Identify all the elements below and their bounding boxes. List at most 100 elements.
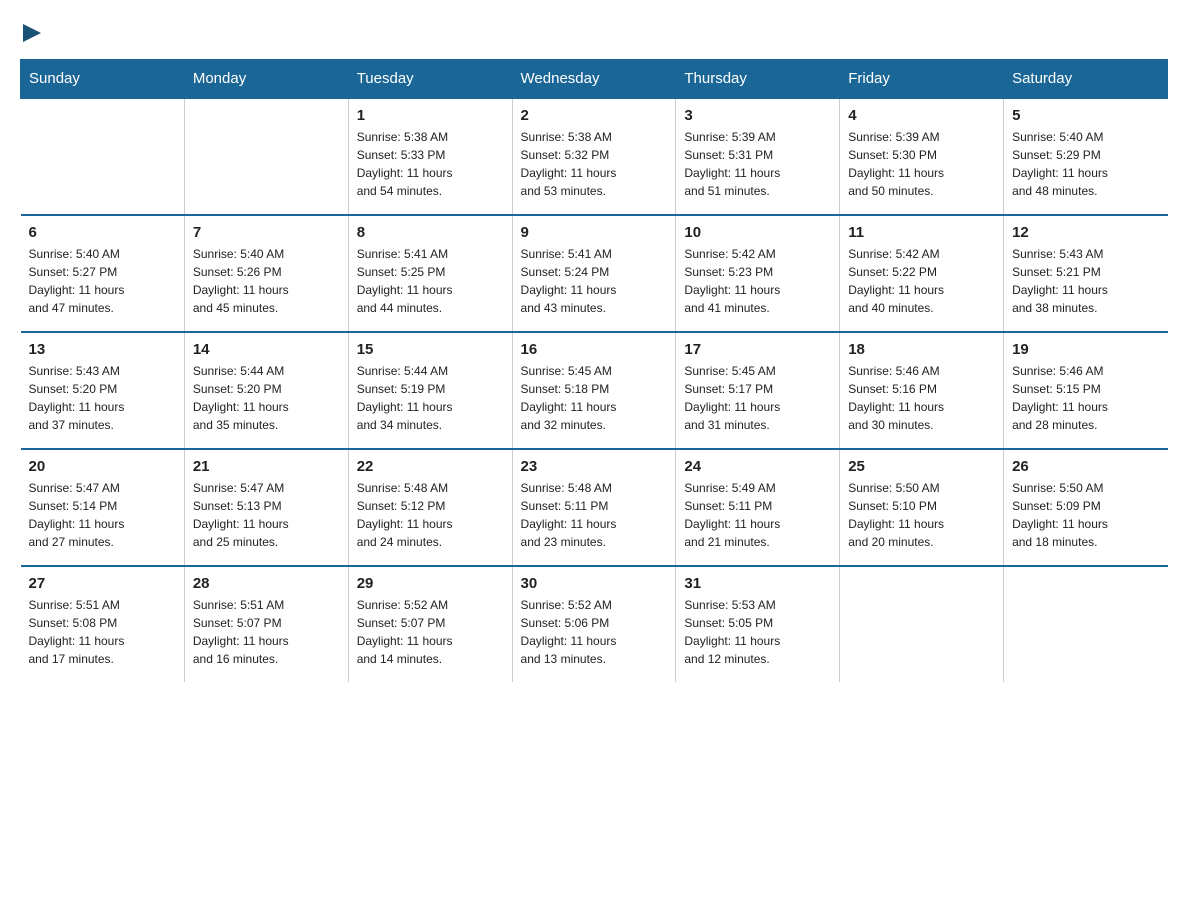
calendar-cell: 21 Sunrise: 5:47 AMSunset: 5:13 PMDayligh… bbox=[184, 449, 348, 566]
calendar-cell bbox=[840, 566, 1004, 682]
header-day-monday: Monday bbox=[184, 60, 348, 99]
week-row-4: 20 Sunrise: 5:47 AMSunset: 5:14 PMDayligh… bbox=[21, 449, 1168, 566]
calendar-cell: 1 Sunrise: 5:38 AMSunset: 5:33 PMDaylight… bbox=[348, 98, 512, 215]
page-header bbox=[20, 20, 1168, 43]
day-number: 25 bbox=[848, 458, 995, 475]
day-number: 5 bbox=[1012, 107, 1159, 124]
day-number: 15 bbox=[357, 341, 504, 358]
calendar-cell: 2 Sunrise: 5:38 AMSunset: 5:32 PMDaylight… bbox=[512, 98, 676, 215]
calendar-cell: 17Sunrise: 5:45 AMSunset: 5:17 PMDayligh… bbox=[676, 332, 840, 449]
day-number: 11 bbox=[848, 224, 995, 241]
day-info: Sunrise: 5:38 AMSunset: 5:33 PMDaylight:… bbox=[357, 128, 504, 200]
calendar-cell: 10 Sunrise: 5:42 AMSunset: 5:23 PMDayligh… bbox=[676, 215, 840, 332]
day-info: Sunrise: 5:50 AMSunset: 5:10 PMDaylight:… bbox=[848, 479, 995, 551]
day-info: Sunrise: 5:44 AMSunset: 5:20 PMDaylight:… bbox=[193, 362, 340, 434]
calendar-cell: 4 Sunrise: 5:39 AMSunset: 5:30 PMDaylight… bbox=[840, 98, 1004, 215]
day-number: 23 bbox=[521, 458, 668, 475]
day-info: Sunrise: 5:47 AMSunset: 5:14 PMDaylight:… bbox=[29, 479, 176, 551]
calendar-cell: 18Sunrise: 5:46 AMSunset: 5:16 PMDayligh… bbox=[840, 332, 1004, 449]
day-number: 30 bbox=[521, 575, 668, 592]
day-info: Sunrise: 5:40 AMSunset: 5:29 PMDaylight:… bbox=[1012, 128, 1159, 200]
day-info: Sunrise: 5:52 AMSunset: 5:06 PMDaylight:… bbox=[521, 596, 668, 668]
day-number: 12 bbox=[1012, 224, 1159, 241]
day-info: Sunrise: 5:39 AMSunset: 5:30 PMDaylight:… bbox=[848, 128, 995, 200]
day-number: 28 bbox=[193, 575, 340, 592]
day-info: Sunrise: 5:50 AMSunset: 5:09 PMDaylight:… bbox=[1012, 479, 1159, 551]
day-info: Sunrise: 5:38 AMSunset: 5:32 PMDaylight:… bbox=[521, 128, 668, 200]
day-info: Sunrise: 5:42 AMSunset: 5:23 PMDaylight:… bbox=[684, 245, 831, 317]
day-info: Sunrise: 5:41 AMSunset: 5:24 PMDaylight:… bbox=[521, 245, 668, 317]
day-info: Sunrise: 5:40 AMSunset: 5:27 PMDaylight:… bbox=[29, 245, 176, 317]
header-day-thursday: Thursday bbox=[676, 60, 840, 99]
day-info: Sunrise: 5:48 AMSunset: 5:11 PMDaylight:… bbox=[521, 479, 668, 551]
calendar-cell bbox=[184, 98, 348, 215]
week-row-5: 27 Sunrise: 5:51 AMSunset: 5:08 PMDayligh… bbox=[21, 566, 1168, 682]
day-number: 24 bbox=[684, 458, 831, 475]
day-number: 14 bbox=[193, 341, 340, 358]
calendar-cell: 22Sunrise: 5:48 AMSunset: 5:12 PMDayligh… bbox=[348, 449, 512, 566]
calendar-cell: 20 Sunrise: 5:47 AMSunset: 5:14 PMDayligh… bbox=[21, 449, 185, 566]
header-day-friday: Friday bbox=[840, 60, 1004, 99]
logo bbox=[20, 20, 45, 43]
calendar-cell: 27 Sunrise: 5:51 AMSunset: 5:08 PMDayligh… bbox=[21, 566, 185, 682]
day-info: Sunrise: 5:45 AMSunset: 5:18 PMDaylight:… bbox=[521, 362, 668, 434]
calendar-cell bbox=[1004, 566, 1168, 682]
day-info: Sunrise: 5:46 AMSunset: 5:16 PMDaylight:… bbox=[848, 362, 995, 434]
day-info: Sunrise: 5:51 AMSunset: 5:08 PMDaylight:… bbox=[29, 596, 176, 668]
day-number: 10 bbox=[684, 224, 831, 241]
day-info: Sunrise: 5:49 AMSunset: 5:11 PMDaylight:… bbox=[684, 479, 831, 551]
day-number: 29 bbox=[357, 575, 504, 592]
calendar-cell: 26 Sunrise: 5:50 AMSunset: 5:09 PMDayligh… bbox=[1004, 449, 1168, 566]
calendar-cell: 9 Sunrise: 5:41 AMSunset: 5:24 PMDaylight… bbox=[512, 215, 676, 332]
calendar-cell: 29 Sunrise: 5:52 AMSunset: 5:07 PMDayligh… bbox=[348, 566, 512, 682]
day-number: 7 bbox=[193, 224, 340, 241]
day-number: 9 bbox=[521, 224, 668, 241]
header-day-tuesday: Tuesday bbox=[348, 60, 512, 99]
calendar-cell: 19 Sunrise: 5:46 AMSunset: 5:15 PMDayligh… bbox=[1004, 332, 1168, 449]
calendar-cell: 31 Sunrise: 5:53 AMSunset: 5:05 PMDayligh… bbox=[676, 566, 840, 682]
calendar-cell: 23 Sunrise: 5:48 AMSunset: 5:11 PMDayligh… bbox=[512, 449, 676, 566]
day-info: Sunrise: 5:43 AMSunset: 5:20 PMDaylight:… bbox=[29, 362, 176, 434]
header-day-saturday: Saturday bbox=[1004, 60, 1168, 99]
day-number: 6 bbox=[29, 224, 176, 241]
calendar-cell: 3 Sunrise: 5:39 AMSunset: 5:31 PMDaylight… bbox=[676, 98, 840, 215]
calendar-cell: 12 Sunrise: 5:43 AMSunset: 5:21 PMDayligh… bbox=[1004, 215, 1168, 332]
calendar-cell: 6 Sunrise: 5:40 AMSunset: 5:27 PMDaylight… bbox=[21, 215, 185, 332]
calendar-cell: 7Sunrise: 5:40 AMSunset: 5:26 PMDaylight… bbox=[184, 215, 348, 332]
day-info: Sunrise: 5:52 AMSunset: 5:07 PMDaylight:… bbox=[357, 596, 504, 668]
calendar-cell: 13Sunrise: 5:43 AMSunset: 5:20 PMDayligh… bbox=[21, 332, 185, 449]
calendar-cell: 16 Sunrise: 5:45 AMSunset: 5:18 PMDayligh… bbox=[512, 332, 676, 449]
week-row-3: 13Sunrise: 5:43 AMSunset: 5:20 PMDayligh… bbox=[21, 332, 1168, 449]
calendar-cell: 11 Sunrise: 5:42 AMSunset: 5:22 PMDayligh… bbox=[840, 215, 1004, 332]
day-number: 17 bbox=[684, 341, 831, 358]
week-row-2: 6 Sunrise: 5:40 AMSunset: 5:27 PMDaylight… bbox=[21, 215, 1168, 332]
calendar-header: SundayMondayTuesdayWednesdayThursdayFrid… bbox=[21, 60, 1168, 99]
day-info: Sunrise: 5:39 AMSunset: 5:31 PMDaylight:… bbox=[684, 128, 831, 200]
day-number: 16 bbox=[521, 341, 668, 358]
day-info: Sunrise: 5:42 AMSunset: 5:22 PMDaylight:… bbox=[848, 245, 995, 317]
day-number: 22 bbox=[357, 458, 504, 475]
day-info: Sunrise: 5:46 AMSunset: 5:15 PMDaylight:… bbox=[1012, 362, 1159, 434]
calendar-cell: 5 Sunrise: 5:40 AMSunset: 5:29 PMDaylight… bbox=[1004, 98, 1168, 215]
week-row-1: 1 Sunrise: 5:38 AMSunset: 5:33 PMDaylight… bbox=[21, 98, 1168, 215]
calendar-cell: 28Sunrise: 5:51 AMSunset: 5:07 PMDayligh… bbox=[184, 566, 348, 682]
header-day-wednesday: Wednesday bbox=[512, 60, 676, 99]
day-number: 20 bbox=[29, 458, 176, 475]
calendar-cell: 14 Sunrise: 5:44 AMSunset: 5:20 PMDayligh… bbox=[184, 332, 348, 449]
day-number: 3 bbox=[684, 107, 831, 124]
day-number: 4 bbox=[848, 107, 995, 124]
day-info: Sunrise: 5:43 AMSunset: 5:21 PMDaylight:… bbox=[1012, 245, 1159, 317]
day-info: Sunrise: 5:41 AMSunset: 5:25 PMDaylight:… bbox=[357, 245, 504, 317]
day-number: 1 bbox=[357, 107, 504, 124]
calendar-body: 1 Sunrise: 5:38 AMSunset: 5:33 PMDaylight… bbox=[21, 98, 1168, 682]
header-row: SundayMondayTuesdayWednesdayThursdayFrid… bbox=[21, 60, 1168, 99]
day-number: 19 bbox=[1012, 341, 1159, 358]
day-number: 2 bbox=[521, 107, 668, 124]
day-number: 26 bbox=[1012, 458, 1159, 475]
day-number: 31 bbox=[684, 575, 831, 592]
day-info: Sunrise: 5:47 AMSunset: 5:13 PMDaylight:… bbox=[193, 479, 340, 551]
logo-arrow-icon bbox=[23, 22, 45, 44]
day-number: 27 bbox=[29, 575, 176, 592]
day-number: 21 bbox=[193, 458, 340, 475]
day-info: Sunrise: 5:53 AMSunset: 5:05 PMDaylight:… bbox=[684, 596, 831, 668]
